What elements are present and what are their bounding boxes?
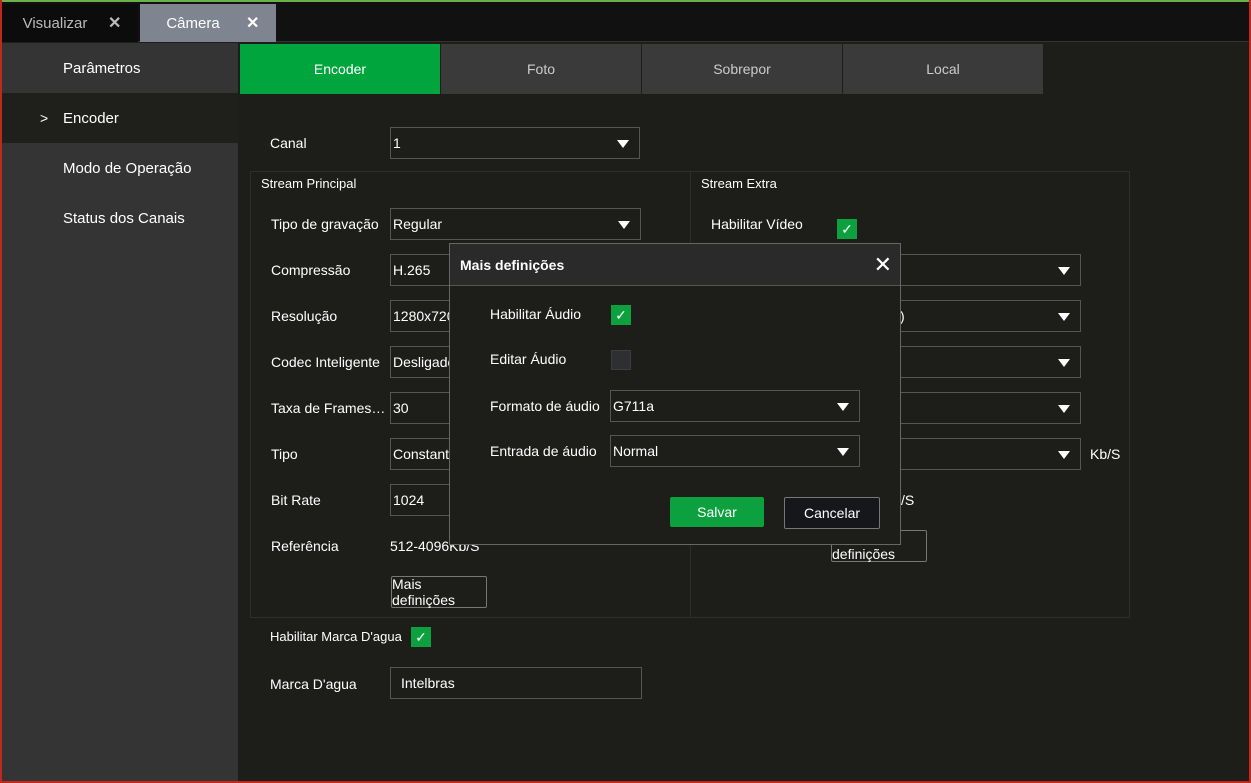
entrada-audio-select[interactable]: Normal — [610, 435, 860, 467]
sidebar-item-modo-operacao[interactable]: Modo de Operação — [2, 143, 238, 193]
tipo-gravacao-select[interactable]: Regular — [390, 208, 641, 240]
extra-stream-title: Stream Extra — [701, 176, 777, 191]
codec-label: Codec Inteligente — [271, 354, 380, 370]
compressao-label: Compressão — [271, 262, 351, 278]
select-value: G711a — [613, 398, 654, 414]
watermark-checkbox[interactable]: ✓ — [411, 627, 431, 647]
select-value: 1280x720 — [393, 308, 455, 324]
dropdown-arrow-icon — [1058, 267, 1070, 275]
bitrate-unit: Kb/S — [1090, 446, 1121, 462]
select-value: H.265 — [393, 262, 431, 278]
sidebar-item-status-canais[interactable]: Status dos Canais — [2, 193, 238, 243]
tab-encoder[interactable]: Encoder — [240, 44, 440, 94]
dropdown-arrow-icon — [1058, 451, 1070, 459]
select-value: 30 — [393, 400, 409, 416]
tab-label: Visualizar — [22, 14, 88, 32]
select-value: 1024 — [393, 492, 425, 508]
habilitar-video-label: Habilitar Vídeo — [711, 216, 803, 232]
dialog-header: Mais definições ✕ — [450, 244, 900, 286]
check-icon: ✓ — [841, 220, 853, 237]
cancel-button[interactable]: Cancelar — [784, 497, 880, 529]
top-tab-camera[interactable]: Câmera ✕ — [140, 4, 276, 42]
entrada-audio-label: Entrada de áudio — [490, 443, 597, 459]
check-icon: ✓ — [415, 628, 427, 645]
extra-referencia-value: /S — [901, 492, 915, 508]
tipo-gravacao-label: Tipo de gravação — [271, 216, 379, 232]
close-icon[interactable]: ✕ — [874, 252, 892, 278]
formato-audio-select[interactable]: G711a — [610, 390, 860, 422]
watermark-label: Marca D'agua — [270, 676, 357, 692]
close-icon[interactable]: ✕ — [108, 13, 138, 33]
watermark-enable-label: Habilitar Marca D'agua — [270, 629, 402, 644]
dropdown-arrow-icon — [837, 448, 849, 456]
sidebar-item-label: Parâmetros — [63, 59, 141, 77]
dropdown-arrow-icon — [1058, 405, 1070, 413]
tab-foto[interactable]: Foto — [441, 44, 641, 94]
check-icon: ✓ — [615, 306, 627, 323]
editar-audio-label: Editar Áudio — [490, 351, 567, 367]
canal-select[interactable]: 1 — [390, 127, 640, 159]
dropdown-arrow-icon — [618, 221, 630, 229]
sidebar-item-encoder[interactable]: > Encoder — [2, 93, 238, 143]
main-more-settings-button[interactable]: Mais definições — [391, 576, 487, 608]
sidebar-item-label: Modo de Operação — [63, 159, 192, 177]
resolucao-label: Resolução — [271, 308, 338, 324]
select-value: Regular — [393, 216, 443, 232]
close-icon[interactable]: ✕ — [246, 13, 276, 33]
canal-label: Canal — [270, 135, 307, 151]
top-tab-bar: Visualizar ✕ Câmera ✕ — [2, 2, 1249, 42]
select-value: Normal — [613, 443, 659, 459]
main-stream-title: Stream Principal — [261, 176, 357, 191]
editar-audio-checkbox[interactable] — [611, 350, 631, 370]
settings-tabs: Encoder Foto Sobrepor Local — [240, 44, 1044, 94]
tipo-label: Tipo — [271, 446, 298, 462]
input-value: Intelbras — [401, 675, 455, 691]
dropdown-arrow-icon — [1058, 313, 1070, 321]
habilitar-audio-label: Habilitar Áudio — [490, 306, 582, 322]
habilitar-video-checkbox[interactable]: ✓ — [837, 219, 857, 239]
taxa-frames-label: Taxa de Frames(FPS) — [271, 400, 389, 416]
select-value: Desligado — [393, 354, 456, 370]
sidebar-item-label: Encoder — [63, 109, 119, 127]
sidebar: Parâmetros > Encoder Modo de Operação Sta… — [2, 43, 238, 781]
save-button[interactable]: Salvar — [670, 497, 764, 527]
tab-label: Câmera — [166, 14, 220, 32]
watermark-input[interactable]: Intelbras — [390, 667, 642, 699]
top-tab-visualizar[interactable]: Visualizar ✕ — [2, 4, 138, 42]
formato-audio-label: Formato de áudio — [490, 398, 600, 414]
select-value: 1 — [393, 135, 401, 151]
referencia-label: Referência — [271, 538, 339, 554]
sidebar-item-parametros[interactable]: Parâmetros — [2, 43, 238, 93]
dropdown-arrow-icon — [1058, 359, 1070, 367]
sidebar-item-label: Status dos Canais — [63, 209, 185, 227]
habilitar-audio-checkbox[interactable]: ✓ — [611, 305, 631, 325]
more-settings-dialog: Mais definições ✕ Habilitar Áudio ✓ Edita… — [449, 243, 901, 545]
chevron-right-icon: > — [40, 110, 49, 126]
tab-sobrepor[interactable]: Sobrepor — [642, 44, 842, 94]
dropdown-arrow-icon — [617, 140, 629, 148]
select-value: Constante — [393, 446, 457, 462]
bitrate-label: Bit Rate — [271, 492, 321, 508]
dialog-title: Mais definições — [460, 256, 565, 273]
dropdown-arrow-icon — [837, 403, 849, 411]
tab-local[interactable]: Local — [843, 44, 1043, 94]
